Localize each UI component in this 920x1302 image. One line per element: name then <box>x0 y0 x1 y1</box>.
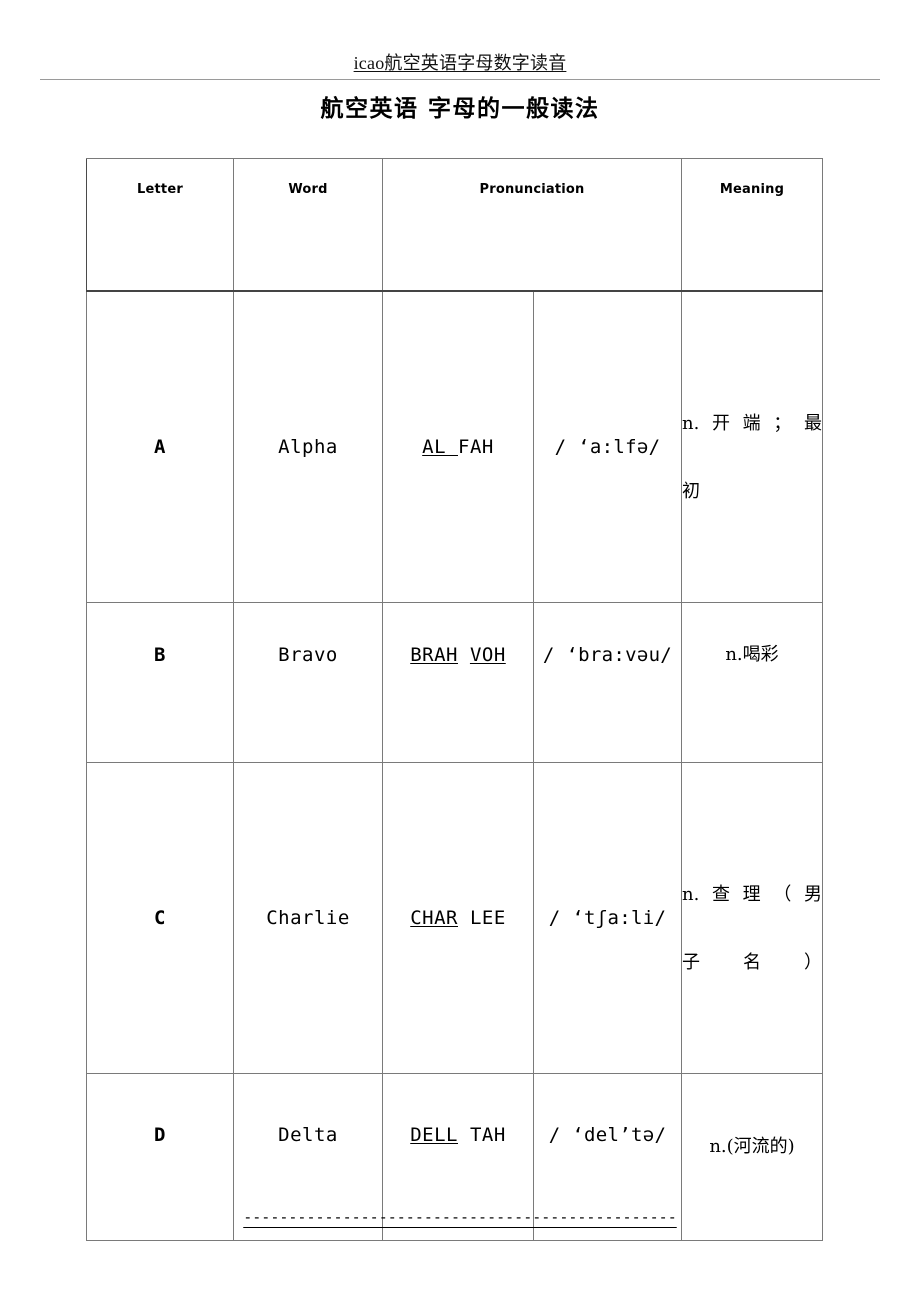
cell-word: Bravo <box>233 602 383 763</box>
cell-letter: B <box>86 602 234 763</box>
alphabet-table: Letter Word Pronunciation Meaning A Alph… <box>86 158 823 1241</box>
table-row: C Charlie CHAR LEE / ‘tʃa:li/ n.查理（男 子名） <box>86 762 823 1074</box>
column-header-pronunciation: Pronunciation <box>382 158 682 292</box>
column-header-pronunciation-label: Pronunciation <box>479 182 585 197</box>
cell-ipa: / ‘a:lfə/ <box>533 290 682 603</box>
cell-letter-text: D <box>154 1124 166 1146</box>
cell-ipa: / ‘tʃa:li/ <box>533 762 682 1074</box>
respelling-plain: FAH <box>458 436 494 458</box>
cell-meaning: n.喝彩 <box>681 602 823 763</box>
respelling-group: BRAH VOH <box>383 644 533 666</box>
alphabet-table-wrapper: Letter Word Pronunciation Meaning A Alph… <box>86 158 823 1241</box>
cell-letter: A <box>86 290 234 603</box>
column-header-letter-label: Letter <box>137 182 183 197</box>
meaning-line-1: n.(河流的) <box>709 1136 795 1157</box>
respelling-plain: LEE <box>458 907 506 929</box>
respelling-underlined: AL <box>422 436 458 458</box>
cell-ipa-text: / ‘del’tə/ <box>548 1124 667 1146</box>
table-row: B Bravo BRAH VOH / ‘bra:vəu/ n.喝彩 <box>86 602 823 763</box>
meaning-line-2: 子名） <box>682 952 822 973</box>
meaning-line-1: n.查理（男 <box>682 884 822 905</box>
cell-ipa: / ‘bra:vəu/ <box>533 602 682 763</box>
cell-ipa-text: / ‘bra:vəu/ <box>542 643 673 666</box>
respelling-underlined-2: VOH <box>469 643 506 666</box>
column-header-word-label: Word <box>288 182 328 197</box>
cell-letter: C <box>86 762 234 1074</box>
column-header-letter: Letter <box>86 158 234 292</box>
cell-word-text: Bravo <box>278 643 338 666</box>
cell-word-text: Delta <box>278 1124 338 1146</box>
column-header-meaning-label: Meaning <box>719 182 785 197</box>
cell-letter-text: B <box>154 643 166 666</box>
table-header-row: Letter Word Pronunciation Meaning <box>86 158 823 292</box>
running-header: icao航空英语字母数字读音 <box>40 52 880 74</box>
respelling-underlined: BRAH <box>410 643 458 666</box>
footer-separator: ----------------------------------------… <box>243 1208 677 1226</box>
meaning-line-2: 初 <box>682 481 700 502</box>
cell-respelling: AL FAH <box>382 290 534 603</box>
respelling-underlined: DELL <box>410 1124 458 1146</box>
respelling-group: DELL TAH <box>383 1124 533 1146</box>
cell-meaning: n.开端；最 初 <box>681 290 823 603</box>
column-header-meaning: Meaning <box>681 158 823 292</box>
cell-word: Charlie <box>233 762 383 1074</box>
meaning-line-1: n.开端；最 <box>682 413 822 434</box>
cell-respelling: CHAR LEE <box>382 762 534 1074</box>
page-footer: ----------------------------------------… <box>0 1208 920 1227</box>
table-row: A Alpha AL FAH / ‘a:lfə/ n.开端；最 初 <box>86 290 823 603</box>
header-divider <box>40 79 880 80</box>
cell-word: Alpha <box>233 290 383 603</box>
cell-respelling: BRAH VOH <box>382 602 534 763</box>
column-header-word: Word <box>233 158 383 292</box>
cell-meaning: n.查理（男 子名） <box>681 762 823 1074</box>
respelling-plain: TAH <box>458 1124 506 1146</box>
running-header-text: icao航空英语字母数字读音 <box>353 53 567 73</box>
page-title: 航空英语 字母的一般读法 <box>320 96 600 122</box>
meaning-line-1: n.喝彩 <box>725 643 779 665</box>
respelling-underlined: CHAR <box>410 907 458 929</box>
